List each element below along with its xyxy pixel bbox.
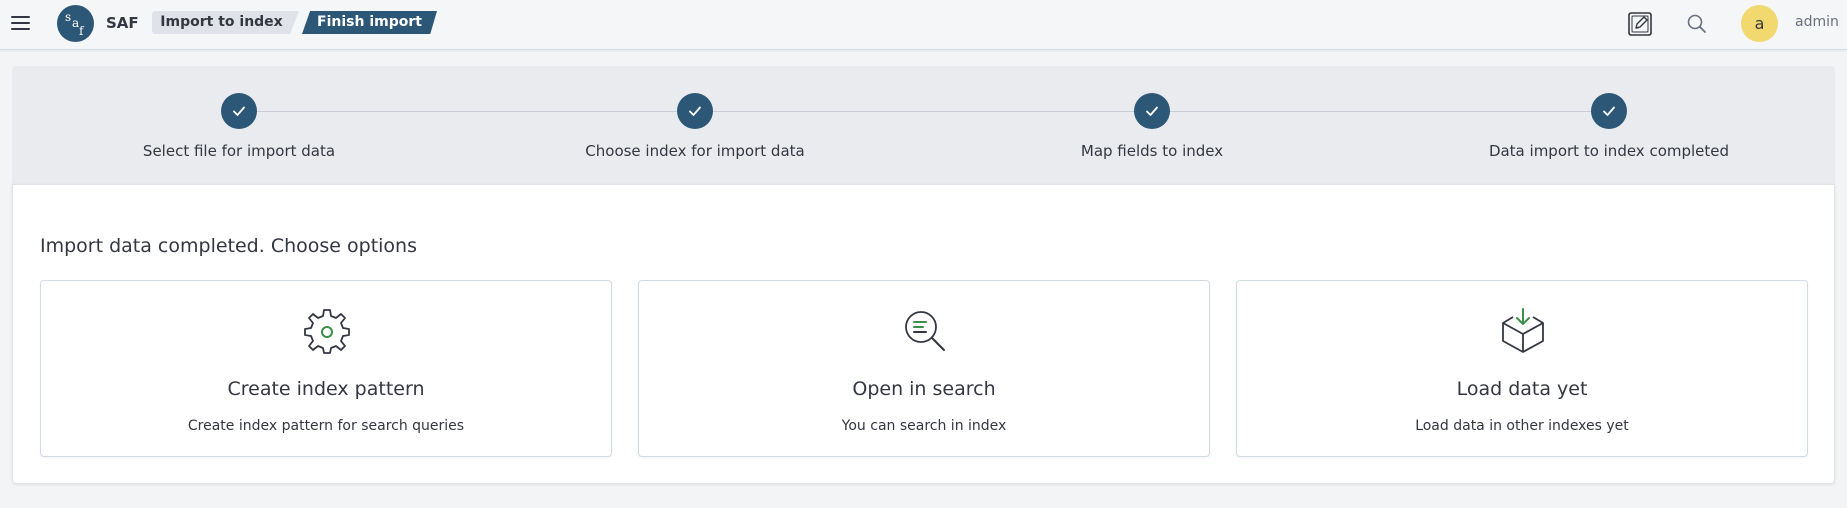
step-complete-check-icon [1134,93,1170,129]
card-title: Open in search [852,378,996,400]
edit-icon[interactable] [1627,11,1653,37]
card-title: Load data yet [1456,378,1588,400]
open-in-search-card[interactable]: Open in search You can search in index [638,280,1210,457]
breadcrumb-finish-import[interactable]: Finish import [302,11,437,34]
card-title: Create index pattern [227,378,425,400]
card-description: Load data in other indexes yet [1415,418,1629,434]
import-stepper: Select file for import data Choose index… [12,66,1835,184]
search-icon[interactable] [1684,11,1710,37]
step-label: Map fields to index [1080,142,1224,160]
step-label: Select file for import data [142,142,336,160]
svg-text:s: s [65,10,71,24]
step-complete-check-icon [677,93,713,129]
saf-logo-icon[interactable]: s a f [57,5,94,42]
create-index-pattern-card[interactable]: Create index pattern Create index patter… [40,280,612,457]
card-description: Create index pattern for search queries [187,418,465,434]
search-list-icon [901,307,949,355]
import-complete-panel: Import data completed. Choose options Cr… [12,184,1835,484]
brand-name: SAF [106,14,139,32]
step-complete-check-icon [221,93,257,129]
box-download-icon [1499,307,1547,355]
svg-text:f: f [79,24,85,38]
panel-title: Import data completed. Choose options [40,235,417,257]
card-description: You can search in index [841,418,1007,434]
breadcrumb-import-to-index[interactable]: Import to index [152,11,299,34]
step-label: Choose index for import data [585,142,805,160]
username-label[interactable]: admin [1795,14,1839,30]
load-data-yet-card[interactable]: Load data yet Load data in other indexes… [1236,280,1808,457]
step-label: Data import to index completed [1488,142,1730,160]
gear-icon [303,307,351,355]
step-complete-check-icon [1591,93,1627,129]
user-avatar[interactable]: a [1741,5,1778,42]
stepper-connector-line [250,111,1621,112]
top-header: s a f SAF Import to index Finish import … [0,0,1847,50]
menu-icon[interactable] [10,12,32,34]
